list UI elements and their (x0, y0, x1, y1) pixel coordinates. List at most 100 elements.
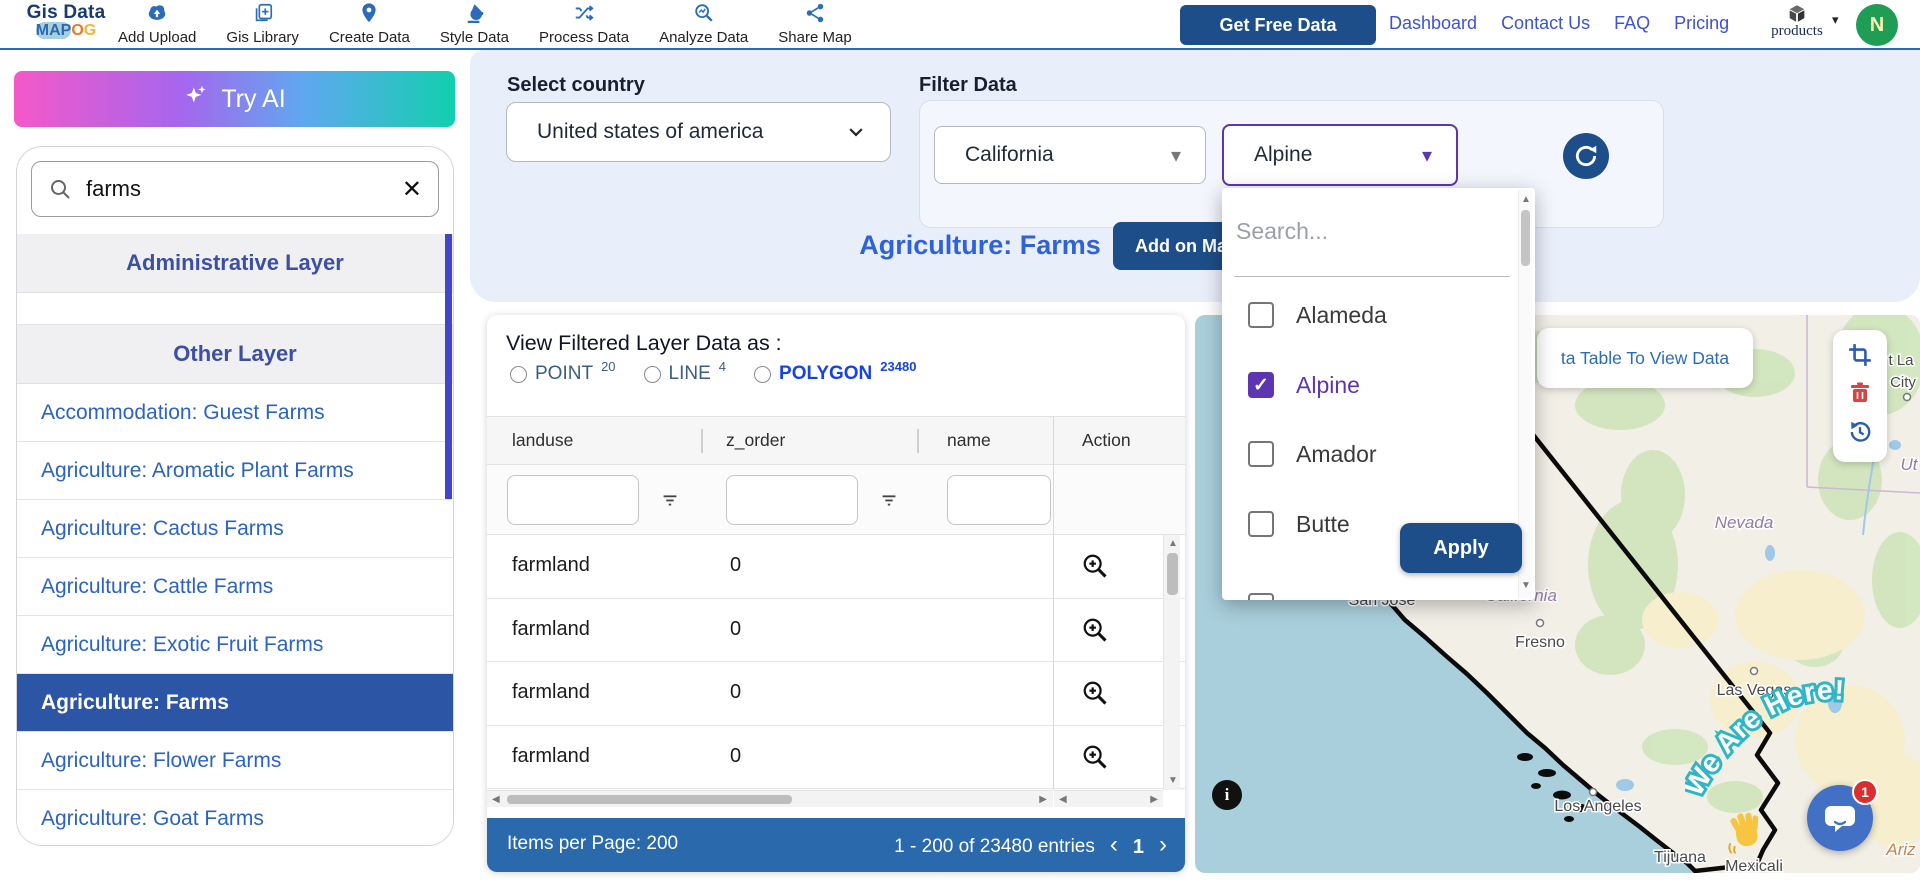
nav-gis-library[interactable]: Gis Library (226, 2, 299, 48)
history-icon[interactable] (1847, 419, 1873, 450)
map-tools-panel (1833, 330, 1887, 462)
paint-icon (463, 2, 485, 29)
country-value: United states of america (537, 120, 764, 143)
checkbox-unchecked-icon[interactable] (1248, 511, 1274, 537)
county-option-label: Butte (1296, 510, 1350, 537)
column-separator[interactable] (917, 429, 919, 453)
main-nav: Add Upload Gis Library Create Data Style… (118, 2, 852, 48)
checkbox-checked-icon[interactable]: ✓ (1248, 372, 1274, 398)
get-free-data-button[interactable]: Get Free Data (1180, 5, 1376, 45)
scroll-up-icon[interactable]: ▲ (1521, 194, 1531, 205)
action-horizontal-scrollbar[interactable]: ◀ ▶ (1054, 790, 1163, 807)
nav-share-map[interactable]: Share Map (778, 2, 852, 48)
link-pricing[interactable]: Pricing (1674, 13, 1729, 34)
col-name[interactable]: name (947, 430, 991, 451)
layer-item-cattle-farms[interactable]: Agriculture: Cattle Farms (17, 558, 453, 616)
col-action: Action (1082, 430, 1131, 450)
county-option-partial[interactable] (1222, 571, 1512, 600)
link-dashboard[interactable]: Dashboard (1389, 13, 1477, 34)
scrollbar-thumb[interactable] (1521, 210, 1530, 266)
scroll-left-icon[interactable]: ◀ (492, 794, 500, 805)
country-select[interactable]: United states of america (506, 102, 891, 162)
apply-button[interactable]: Apply (1400, 523, 1522, 573)
map-label-los-angeles: Los Angeles (1554, 798, 1641, 815)
radio-point[interactable]: POINT 20 (510, 359, 616, 385)
radio-line[interactable]: LINE 4 (643, 359, 726, 385)
link-faq[interactable]: FAQ (1614, 13, 1650, 34)
table-row[interactable]: farmland 0 (487, 662, 1185, 726)
filter-input-landuse[interactable] (507, 475, 639, 525)
county-select[interactable]: Alpine ▾ (1222, 124, 1458, 186)
layer-item-farms-selected[interactable]: Agriculture: Farms (17, 674, 453, 732)
products-menu[interactable]: products (1768, 3, 1826, 39)
products-caret-icon[interactable]: ▾ (1832, 12, 1839, 28)
county-option-alpine[interactable]: ✓ Alpine (1222, 350, 1512, 420)
next-page-button[interactable]: › (1159, 831, 1167, 859)
current-page[interactable]: 1 (1133, 836, 1144, 859)
clear-search-icon[interactable]: ✕ (402, 175, 422, 204)
county-value: Alpine (1254, 143, 1313, 166)
county-search-input[interactable] (1236, 198, 1502, 264)
table-row[interactable]: farmland 0 (487, 535, 1185, 599)
radio-polygon[interactable]: POLYGON 23480 (754, 359, 916, 385)
prev-page-button[interactable]: ‹ (1110, 831, 1118, 859)
nav-process-data[interactable]: Process Data (539, 2, 629, 48)
action-column-divider (1053, 416, 1054, 790)
layer-item-exotic-fruit-farms[interactable]: Agriculture: Exotic Fruit Farms (17, 616, 453, 674)
table-filter-row (487, 465, 1185, 535)
county-option-alameda[interactable]: Alameda (1222, 280, 1512, 350)
col-z-order[interactable]: z_order (726, 430, 785, 451)
layer-item-goat-farms[interactable]: Agriculture: Goat Farms (17, 790, 453, 845)
nav-analyze-data[interactable]: Analyze Data (659, 2, 748, 48)
table-row[interactable]: farmland 0 (487, 726, 1185, 789)
trash-icon[interactable] (1848, 381, 1872, 410)
checkbox-unchecked-icon[interactable] (1248, 302, 1274, 328)
nav-add-upload[interactable]: Add Upload (118, 2, 196, 48)
scroll-down-icon[interactable]: ▼ (1521, 580, 1531, 591)
scroll-right-icon[interactable]: ▶ (1039, 794, 1047, 805)
layer-item-flower-farms[interactable]: Agriculture: Flower Farms (17, 732, 453, 790)
layer-search-input[interactable] (86, 176, 388, 202)
county-option-label: Alameda (1296, 301, 1387, 328)
scroll-up-icon[interactable]: ▲ (1168, 538, 1178, 549)
layer-item-aromatic-plant-farms[interactable]: Agriculture: Aromatic Plant Farms (17, 442, 453, 500)
scrollbar-thumb[interactable] (1167, 553, 1178, 595)
link-contact-us[interactable]: Contact Us (1501, 13, 1590, 34)
layer-item-guest-farms[interactable]: Accommodation: Guest Farms (17, 384, 453, 442)
layer-item-cactus-farms[interactable]: Agriculture: Cactus Farms (17, 500, 453, 558)
nav-create-data[interactable]: Create Data (329, 2, 410, 48)
table-vertical-scrollbar[interactable]: ▲ ▼ (1163, 535, 1180, 790)
chat-bubble-icon (1823, 801, 1857, 835)
refresh-button[interactable] (1563, 133, 1609, 179)
nav-style-data[interactable]: Style Data (440, 2, 509, 48)
map-label-utah: Ut (1901, 455, 1919, 474)
sidebar-scrollbar[interactable] (445, 234, 452, 499)
user-avatar[interactable]: N (1856, 4, 1898, 46)
scroll-right-icon[interactable]: ▶ (1150, 794, 1158, 805)
nav-label: Analyze Data (659, 29, 749, 46)
filter-input-z-order[interactable] (726, 475, 858, 525)
scroll-left-icon[interactable]: ◀ (1059, 794, 1067, 805)
table-row[interactable]: farmland 0 (487, 599, 1185, 662)
filter-input-name[interactable] (947, 475, 1051, 525)
state-select[interactable]: California ▾ (934, 126, 1206, 184)
crop-icon[interactable] (1847, 342, 1873, 373)
radio-circle-icon (754, 366, 772, 383)
scroll-down-icon[interactable]: ▼ (1168, 775, 1178, 786)
county-option-amador[interactable]: Amador (1222, 419, 1512, 489)
state-value: California (965, 143, 1054, 166)
table-header-row: landuse z_order name Action (487, 416, 1185, 465)
app-logo[interactable]: Gis Data MAPOG (16, 3, 116, 40)
column-separator[interactable] (701, 429, 703, 453)
col-landuse[interactable]: landuse (512, 430, 573, 451)
cell-z-order: 0 (730, 617, 742, 640)
try-ai-button[interactable]: Try AI (14, 71, 455, 127)
info-button[interactable]: i (1212, 780, 1242, 810)
library-icon (252, 2, 274, 29)
checkbox-unchecked-icon[interactable] (1248, 593, 1274, 600)
scrollbar-thumb[interactable] (507, 795, 792, 804)
checkbox-unchecked-icon[interactable] (1248, 441, 1274, 467)
table-horizontal-scrollbar[interactable]: ◀ ▶ (487, 790, 1053, 807)
nav-label: Share Map (778, 29, 852, 46)
radio-point-label: POINT (535, 363, 594, 384)
